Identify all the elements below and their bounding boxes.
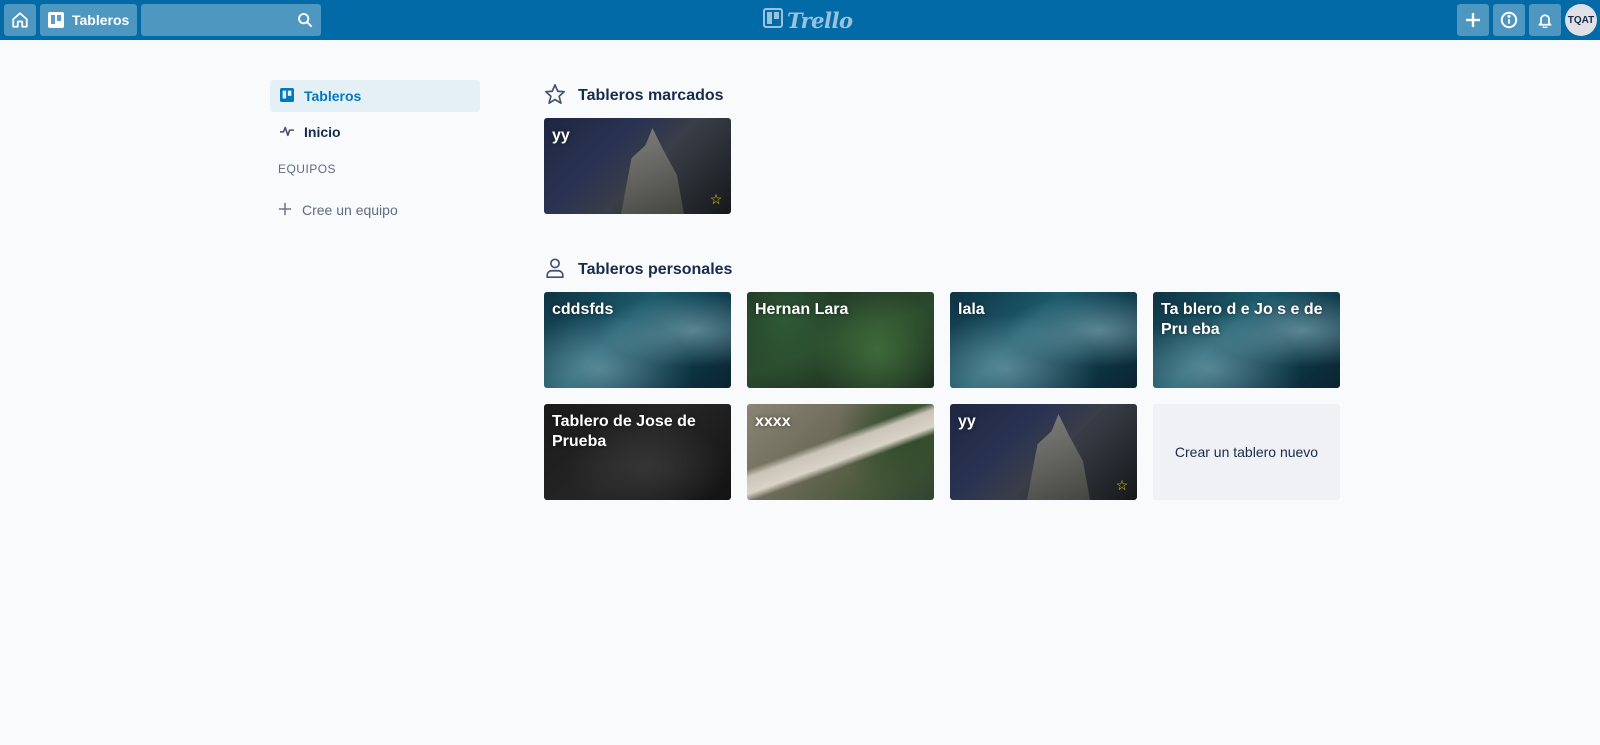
sidebar-item-label: Tableros [304, 88, 362, 104]
boards-button[interactable]: Tableros [40, 4, 137, 36]
star-icon[interactable]: ☆ [709, 192, 723, 206]
plus-icon [278, 202, 292, 219]
create-board-tile[interactable]: Crear un tablero nuevo [1153, 404, 1340, 500]
avatar[interactable]: TQAT [1565, 4, 1597, 36]
board-tile-title: yy [958, 413, 976, 430]
home-icon [11, 11, 29, 29]
create-team-link[interactable]: Cree un equipo [270, 194, 480, 226]
boards-button-label: Tableros [72, 12, 130, 28]
info-icon [1500, 11, 1518, 29]
board-icon [48, 12, 64, 28]
teams-heading: EQUIPOS [278, 162, 337, 176]
star-outline-icon [544, 83, 566, 110]
notifications-button[interactable] [1529, 4, 1561, 36]
board-tile[interactable]: cddsfds [544, 292, 731, 388]
home-button[interactable] [4, 4, 36, 36]
starred-section-header: Tableros marcados [544, 80, 1364, 112]
board-tile[interactable]: yy ☆ [544, 118, 731, 214]
board-tile-title: Hernan Lara [755, 301, 849, 318]
board-tile[interactable]: Tablero de Jose de Prueba [544, 404, 731, 500]
board-tile[interactable]: yy ☆ [950, 404, 1137, 500]
board-tile-title: Tablero de Jose de Prueba [552, 413, 696, 450]
star-icon[interactable]: ☆ [1115, 478, 1129, 492]
create-team-label: Cree un equipo [302, 202, 398, 218]
board-icon [280, 87, 294, 105]
board-tile[interactable]: Hernan Lara [747, 292, 934, 388]
personal-section-title: Tableros personales [578, 261, 733, 278]
board-tile[interactable]: Ta blero d e Jo s e de Pru eba [1153, 292, 1340, 388]
trello-logo-text: Trello [787, 7, 853, 33]
person-icon [544, 257, 566, 284]
sidebar-item-tableros[interactable]: Tableros [270, 80, 480, 112]
sidebar-item-inicio[interactable]: Inicio [270, 116, 480, 148]
board-tile-title: yy [552, 127, 570, 144]
personal-section-header: Tableros personales [544, 254, 1364, 286]
board-tile[interactable]: xxxx [747, 404, 934, 500]
starred-section-title: Tableros marcados [578, 87, 724, 104]
sidebar: Tableros Inicio EQUIPOS Cree un equipo [270, 80, 480, 226]
trello-logo[interactable]: Trello [763, 7, 853, 33]
board-tile-title: lala [958, 301, 985, 318]
starred-boards-grid: yy ☆ [544, 118, 1364, 214]
plus-icon [1465, 12, 1481, 28]
trello-logo-icon [763, 7, 783, 33]
board-tile-title: cddsfds [552, 301, 614, 318]
bell-icon [1537, 12, 1553, 28]
board-tile[interactable]: lala [950, 292, 1137, 388]
board-tile-title: Ta blero d e Jo s e de Pru eba [1161, 301, 1323, 338]
search-input[interactable] [141, 4, 321, 36]
activity-icon [280, 124, 294, 141]
sidebar-item-label: Inicio [304, 124, 341, 140]
create-button[interactable] [1457, 4, 1489, 36]
board-tile-title: xxxx [755, 413, 791, 430]
create-board-label: Crear un tablero nuevo [1174, 444, 1319, 460]
search-box[interactable] [141, 4, 321, 36]
search-icon[interactable] [297, 12, 313, 33]
personal-boards-grid: cddsfds Hernan Lara lala Ta blero d e Jo… [544, 292, 1364, 500]
top-header: Tableros Trello TQAT [0, 0, 1600, 40]
info-button[interactable] [1493, 4, 1525, 36]
boards-main: Tableros marcados yy ☆ Tableros personal… [544, 80, 1364, 500]
